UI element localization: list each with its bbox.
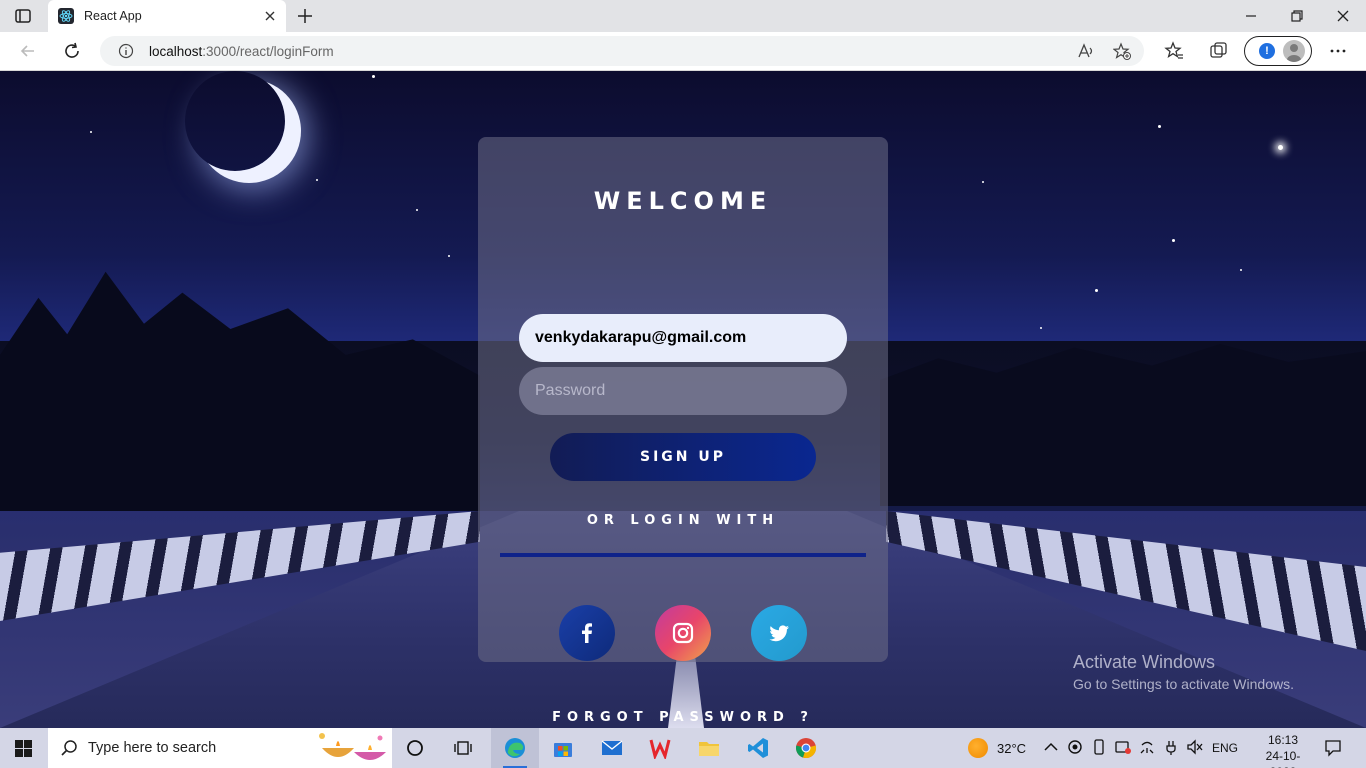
close-window-icon[interactable] — [1335, 8, 1351, 24]
instagram-login-button[interactable] — [655, 605, 711, 661]
activate-windows-watermark: Activate Windows Go to Settings to activ… — [1073, 652, 1294, 692]
language-indicator[interactable]: ENG — [1212, 741, 1238, 755]
email-field[interactable] — [519, 314, 847, 362]
back-icon[interactable] — [18, 41, 38, 61]
power-icon[interactable] — [1162, 738, 1180, 756]
location-icon[interactable] — [1066, 738, 1084, 756]
sign-up-button[interactable]: SIGN UP — [550, 433, 816, 481]
taskbar-file-explorer[interactable] — [685, 728, 733, 768]
tab-title: React App — [84, 9, 142, 23]
watermark-title: Activate Windows — [1073, 652, 1216, 672]
meet-now-icon[interactable] — [1114, 738, 1132, 756]
moon-decoration — [185, 71, 285, 171]
close-tab-icon[interactable] — [262, 8, 278, 24]
facebook-icon — [582, 623, 592, 643]
divider — [500, 553, 866, 557]
refresh-icon[interactable] — [62, 41, 82, 61]
page-background: WELCOME SIGN UP OR LOGIN WITH FORGOT PAS… — [0, 71, 1366, 728]
browser-tab-bar: React App — [0, 0, 1366, 32]
instagram-icon — [672, 622, 694, 644]
notification-badge: ! — [1259, 43, 1275, 59]
search-placeholder: Type here to search — [88, 740, 217, 756]
taskbar-vscode[interactable] — [734, 728, 782, 768]
windows-logo-icon — [15, 740, 32, 757]
or-login-with-label: OR LOGIN WITH — [586, 513, 780, 528]
forgot-password-link[interactable]: FORGOT PASSWORD ? — [478, 710, 888, 725]
clock-time: 16:13 — [1267, 733, 1299, 747]
twitter-icon — [769, 625, 789, 642]
welcome-title: WELCOME — [593, 187, 773, 215]
task-view-icon[interactable] — [454, 739, 474, 757]
read-aloud-icon[interactable] — [1077, 42, 1095, 60]
network-icon[interactable] — [1138, 738, 1156, 756]
chevron-up-icon[interactable] — [1042, 738, 1060, 756]
facebook-login-button[interactable] — [559, 605, 615, 661]
clock[interactable]: 16:13 24-10-2022 — [1258, 732, 1308, 768]
profile-button[interactable]: ! — [1244, 36, 1312, 66]
folder-icon — [699, 742, 719, 756]
react-logo-icon — [58, 8, 74, 24]
address-bar[interactable]: localhost:3000/react/loginForm — [100, 36, 1144, 66]
taskbar-edge[interactable] — [491, 728, 539, 768]
cortana-icon[interactable] — [406, 739, 424, 757]
collections-icon[interactable] — [1208, 41, 1228, 61]
minimize-icon[interactable] — [1243, 8, 1259, 24]
watermark-subtitle: Go to Settings to activate Windows. — [1073, 676, 1294, 692]
more-options-icon[interactable] — [1328, 41, 1348, 61]
search-icon — [61, 740, 77, 756]
new-tab-icon[interactable] — [296, 7, 314, 25]
edge-icon — [505, 738, 525, 758]
avatar — [1283, 40, 1305, 62]
chrome-icon — [795, 738, 817, 758]
browser-tab[interactable]: React App — [48, 0, 286, 32]
start-button[interactable] — [0, 728, 48, 768]
taskbar-mail[interactable] — [588, 728, 636, 768]
vscode-icon — [748, 738, 768, 758]
twitter-login-button[interactable] — [751, 605, 807, 661]
trees-left-decoration — [0, 271, 480, 511]
weather-icon[interactable] — [968, 738, 988, 758]
diwali-lamp-icon[interactable] — [314, 730, 390, 766]
url-text[interactable]: localhost:3000/react/loginForm — [149, 44, 334, 59]
taskbar: Type here to search 32°C ENG 16:13 24-10… — [0, 728, 1366, 768]
login-card: WELCOME SIGN UP OR LOGIN WITH FORGOT PAS… — [478, 137, 888, 725]
taskbar-store[interactable] — [539, 728, 587, 768]
tab-actions-icon[interactable] — [14, 7, 32, 25]
wps-office-icon — [649, 739, 671, 759]
add-favorite-icon[interactable] — [1113, 42, 1131, 60]
notifications-icon[interactable] — [1324, 739, 1342, 757]
info-icon[interactable] — [118, 43, 134, 59]
temperature[interactable]: 32°C — [997, 741, 1026, 756]
phone-link-icon[interactable] — [1090, 738, 1108, 756]
restore-icon[interactable] — [1289, 8, 1305, 24]
volume-muted-icon[interactable] — [1186, 738, 1204, 756]
store-icon — [554, 743, 572, 757]
clock-date: 24-10-2022 — [1265, 749, 1301, 768]
mail-icon — [601, 740, 623, 755]
taskbar-chrome[interactable] — [782, 728, 830, 768]
taskbar-wps[interactable] — [636, 728, 684, 768]
password-field[interactable] — [519, 367, 847, 415]
favorites-icon[interactable] — [1164, 41, 1184, 61]
browser-toolbar: localhost:3000/react/loginForm ! — [0, 32, 1366, 71]
taskbar-search[interactable]: Type here to search — [48, 728, 392, 768]
